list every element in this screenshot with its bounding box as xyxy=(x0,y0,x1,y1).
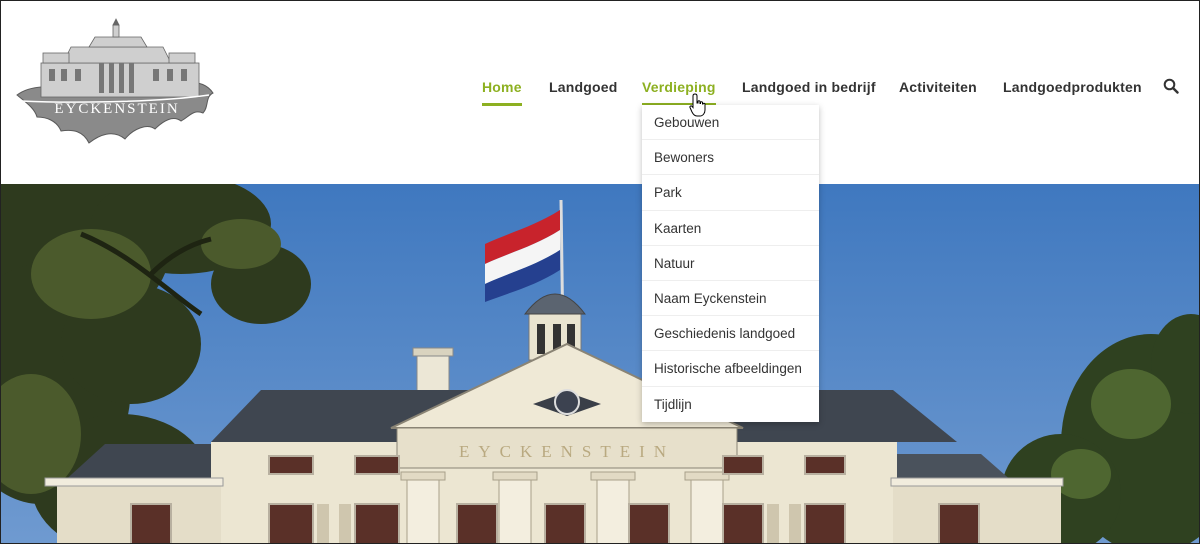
site-header: EYCKENSTEIN Home Landgoed Verdieping Lan… xyxy=(1,1,1199,184)
search-icon[interactable] xyxy=(1163,78,1179,94)
dropdown-item-tijdlijn[interactable]: Tijdlijn xyxy=(642,387,819,422)
dropdown-item-geschiedenis-landgoed[interactable]: Geschiedenis landgoed xyxy=(642,316,819,352)
nav-item-landgoed[interactable]: Landgoed xyxy=(549,77,617,107)
nav-item-landgoed-in-bedrijf[interactable]: Landgoed in bedrijf xyxy=(742,77,876,107)
hero-image: EYCKENSTEIN xyxy=(1,184,1199,543)
page-frame: EYCKENSTEIN Home Landgoed Verdieping Lan… xyxy=(0,0,1200,544)
dropdown-item-naam-eyckenstein[interactable]: Naam Eyckenstein xyxy=(642,281,819,317)
dropdown-item-gebouwen[interactable]: Gebouwen xyxy=(642,105,819,141)
nav-item-activiteiten[interactable]: Activiteiten xyxy=(899,77,977,107)
dropdown-item-historische-afbeeldingen[interactable]: Historische afbeeldingen xyxy=(642,351,819,387)
pediment-text: EYCKENSTEIN xyxy=(459,442,675,461)
hand-cursor-icon xyxy=(689,93,706,117)
dropdown-item-kaarten[interactable]: Kaarten xyxy=(642,211,819,246)
nav-item-home[interactable]: Home xyxy=(482,77,522,107)
dropdown-item-natuur[interactable]: Natuur xyxy=(642,246,819,281)
dropdown-item-park[interactable]: Park xyxy=(642,175,819,211)
nav-item-landgoedprodukten[interactable]: Landgoedprodukten xyxy=(1003,77,1142,107)
dropdown-item-bewoners[interactable]: Bewoners xyxy=(642,140,819,176)
main-nav: Home Landgoed Verdieping Landgoed in bed… xyxy=(1,77,1199,107)
verdieping-dropdown-menu: Gebouwen Bewoners Park Kaarten Natuur Na… xyxy=(642,105,819,422)
